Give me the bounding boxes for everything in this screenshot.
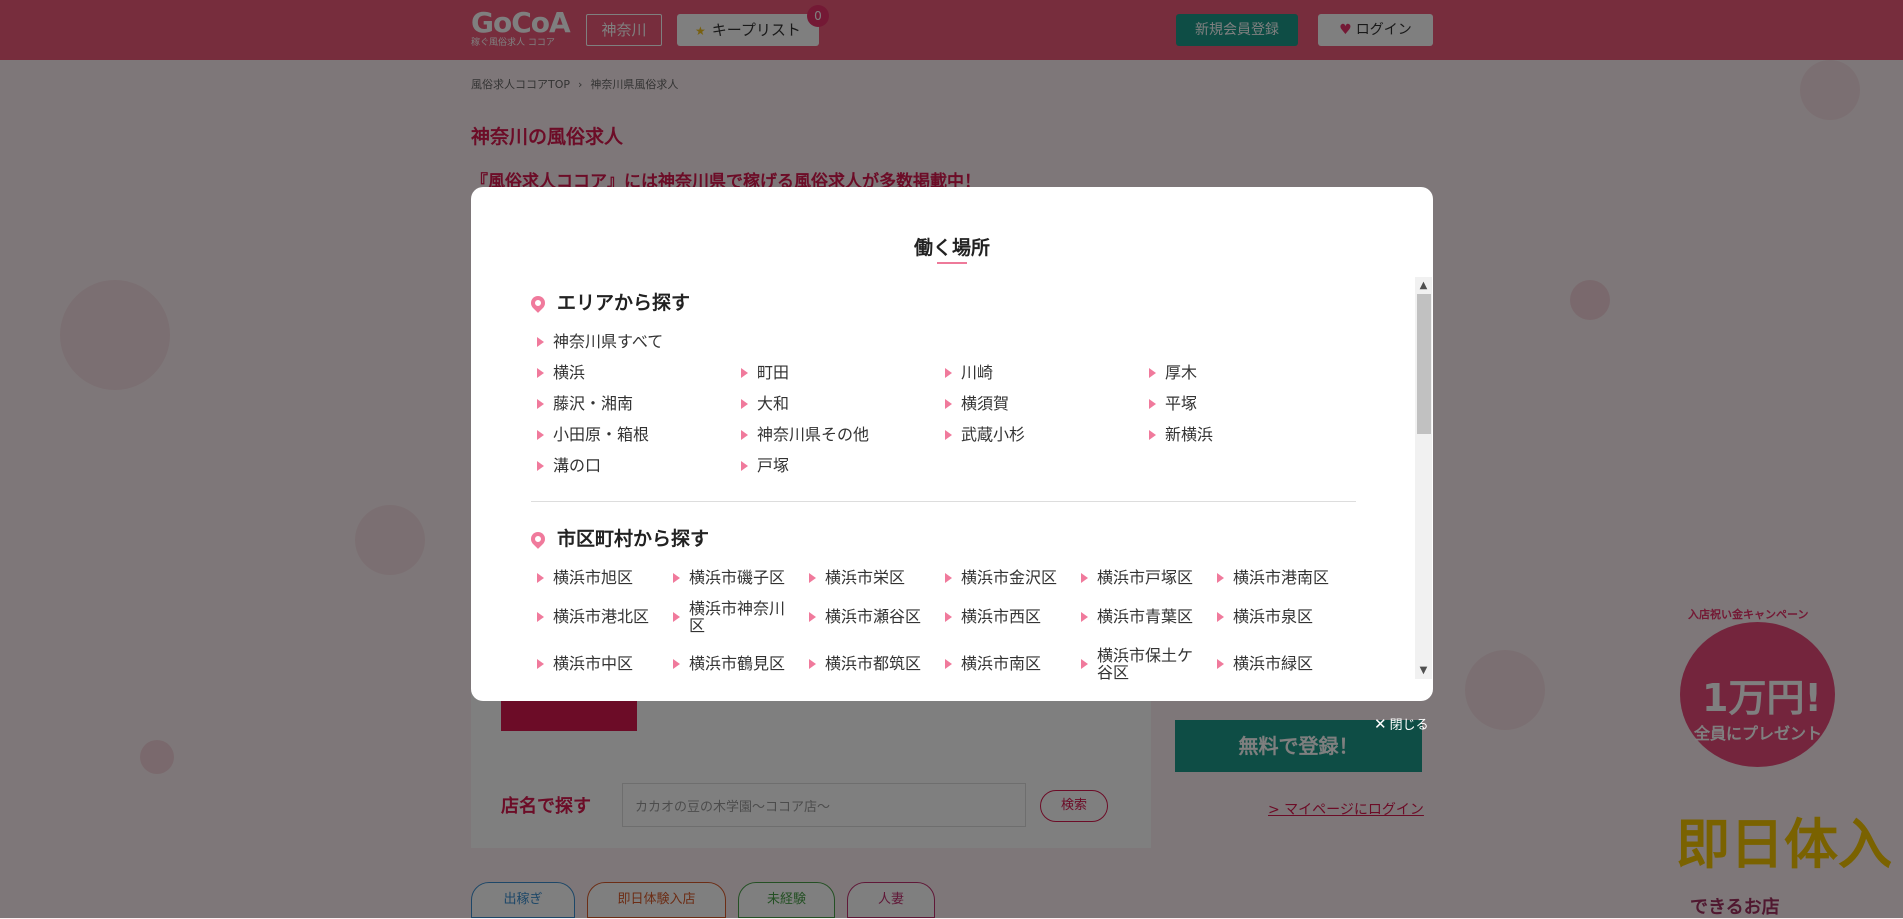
city-link[interactable]: 横浜市港北区 bbox=[537, 608, 649, 625]
city-link[interactable]: 横浜市鶴見区 bbox=[673, 655, 785, 672]
city-section-title: 市区町村から探す bbox=[557, 528, 710, 550]
modal-close-button[interactable]: ✕ 閉じる bbox=[1374, 714, 1429, 733]
area-link[interactable]: 横須賀 bbox=[945, 395, 1009, 412]
city-link[interactable]: 横浜市金沢区 bbox=[945, 569, 1057, 586]
city-link[interactable]: 横浜市栄区 bbox=[809, 569, 905, 586]
title-underline bbox=[937, 262, 967, 264]
city-link[interactable]: 横浜市保土ケ谷区 bbox=[1081, 647, 1193, 681]
area-link[interactable]: 町田 bbox=[741, 364, 789, 381]
scroll-thumb[interactable] bbox=[1417, 294, 1431, 434]
area-link[interactable]: 戸塚 bbox=[741, 457, 789, 474]
city-link[interactable]: 横浜市中区 bbox=[537, 655, 633, 672]
area-link-all[interactable]: 神奈川県すべて bbox=[537, 333, 663, 350]
area-link[interactable]: 大和 bbox=[741, 395, 789, 412]
area-link[interactable]: 平塚 bbox=[1149, 395, 1197, 412]
city-link[interactable]: 横浜市磯子区 bbox=[673, 569, 785, 586]
modal-scroll-area[interactable]: エリアから探す 神奈川県すべて 横浜 町田 川崎 厚木 藤沢・湘南 大和 横須賀… bbox=[471, 277, 1433, 701]
area-link[interactable]: 横浜 bbox=[537, 364, 585, 381]
area-link[interactable]: 新横浜 bbox=[1149, 426, 1213, 443]
city-link[interactable]: 横浜市南区 bbox=[945, 655, 1041, 672]
city-link[interactable]: 横浜市旭区 bbox=[537, 569, 633, 586]
city-section-heading: 市区町村から探す bbox=[528, 524, 710, 551]
city-link[interactable]: 横浜市瀬谷区 bbox=[809, 608, 921, 625]
scroll-down-arrow-icon[interactable]: ▼ bbox=[1415, 662, 1432, 679]
work-location-modal: 働く場所 エリアから探す 神奈川県すべて 横浜 町田 川崎 厚木 藤沢・湘南 大… bbox=[471, 187, 1433, 701]
close-label: 閉じる bbox=[1389, 718, 1429, 733]
city-link[interactable]: 横浜市西区 bbox=[945, 608, 1041, 625]
city-link[interactable]: 横浜市緑区 bbox=[1217, 655, 1313, 672]
city-link[interactable]: 横浜市神奈川区 bbox=[673, 600, 785, 634]
area-link[interactable]: 藤沢・湘南 bbox=[537, 395, 633, 412]
city-link[interactable]: 横浜市港南区 bbox=[1217, 569, 1329, 586]
area-link[interactable]: 小田原・箱根 bbox=[537, 426, 649, 443]
modal-scrollbar[interactable]: ▲ ▼ bbox=[1415, 277, 1432, 679]
area-link[interactable]: 神奈川県その他 bbox=[741, 426, 869, 443]
area-section-title: エリアから探す bbox=[557, 292, 691, 314]
map-pin-icon bbox=[528, 293, 548, 313]
city-link[interactable]: 横浜市都筑区 bbox=[809, 655, 921, 672]
section-divider bbox=[531, 501, 1356, 502]
modal-title: 働く場所 bbox=[913, 237, 990, 259]
scroll-up-arrow-icon[interactable]: ▲ bbox=[1415, 277, 1432, 294]
area-section-heading: エリアから探す bbox=[528, 288, 691, 315]
area-link[interactable]: 武蔵小杉 bbox=[945, 426, 1025, 443]
city-link[interactable]: 横浜市青葉区 bbox=[1081, 608, 1193, 625]
area-link[interactable]: 溝の口 bbox=[537, 457, 601, 474]
area-link[interactable]: 川崎 bbox=[945, 364, 993, 381]
area-link[interactable]: 厚木 bbox=[1149, 364, 1197, 381]
city-link[interactable]: 横浜市泉区 bbox=[1217, 608, 1313, 625]
city-link[interactable]: 横浜市戸塚区 bbox=[1081, 569, 1193, 586]
map-pin-icon bbox=[528, 529, 548, 549]
close-icon: ✕ bbox=[1374, 715, 1387, 733]
